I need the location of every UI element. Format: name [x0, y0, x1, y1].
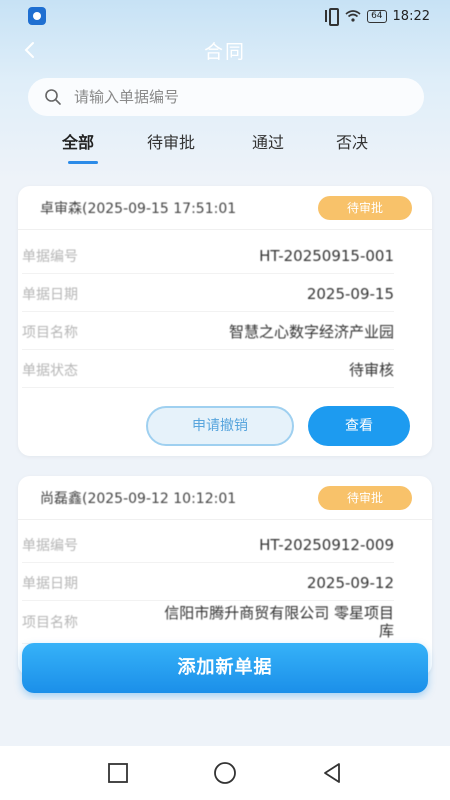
row-value: 2025-09-12: [306, 573, 394, 592]
row-label: 单据编号: [22, 248, 78, 265]
nav-bar: 合同: [0, 32, 450, 68]
active-tab-indicator: [68, 161, 98, 164]
add-new-document-button[interactable]: 添加新单据: [22, 643, 428, 693]
battery-icon: 64: [367, 9, 387, 23]
card-title: 尚磊鑫(2025-09-12 10:12:01: [40, 490, 237, 507]
bottom-spacer: [0, 700, 450, 746]
status-badge: 待审批: [318, 196, 412, 220]
search-input[interactable]: [74, 88, 374, 106]
wifi-icon: [345, 10, 361, 22]
app-notification-icon: [28, 7, 46, 25]
card-title: 卓审森(2025-09-15 17:51:01: [40, 200, 237, 217]
status-right: 64 18:22: [325, 8, 430, 26]
row-label: 项目名称: [22, 614, 78, 631]
row-label: 项目名称: [22, 324, 78, 341]
card-row-doc-status: 单据状态 待审核: [22, 352, 394, 388]
home-icon[interactable]: [213, 761, 237, 785]
card-header: 卓审森(2025-09-15 17:51:01 待审批: [18, 186, 432, 230]
vibrate-icon: [325, 8, 340, 26]
row-value: 2025-09-15: [306, 284, 394, 303]
row-value: HT-20250912-009: [259, 535, 394, 554]
card-row-doc-number: 单据编号 HT-20250912-009: [22, 527, 394, 563]
card-row-doc-date: 单据日期 2025-09-12: [22, 565, 394, 601]
row-value: 待审核: [348, 361, 394, 379]
status-badge: 待审批: [318, 486, 412, 510]
page-title: 合同: [203, 40, 246, 63]
row-value: 智慧之心数字经济产业园: [228, 323, 394, 341]
search-box[interactable]: [28, 78, 424, 116]
card-header: 尚磊鑫(2025-09-12 10:12:01 待审批: [18, 476, 432, 520]
row-value: HT-20250915-001: [259, 246, 394, 265]
row-label: 单据编号: [22, 537, 78, 554]
search-icon: [44, 88, 62, 106]
card-row-doc-number: 单据编号 HT-20250915-001: [22, 238, 394, 274]
view-button[interactable]: 查看: [308, 406, 410, 446]
system-back-icon[interactable]: [320, 761, 344, 785]
row-label: 单据日期: [22, 286, 78, 303]
tab-pending[interactable]: 待审批: [147, 128, 195, 168]
recent-apps-icon[interactable]: [106, 761, 130, 785]
card-row-doc-date: 单据日期 2025-09-15: [22, 276, 394, 312]
row-label: 单据状态: [22, 362, 78, 379]
tab-rejected[interactable]: 否决: [336, 128, 368, 168]
revoke-button[interactable]: 申请撤销: [146, 406, 294, 446]
card-row-project-name: 项目名称 智慧之心数字经济产业园: [22, 314, 394, 350]
card-row-project-name: 项目名称 信阳市腾升商贸有限公司 零星项目库: [22, 600, 394, 644]
status-time: 18:22: [392, 8, 430, 24]
row-label: 单据日期: [22, 575, 78, 592]
status-bar: 64 18:22: [0, 0, 450, 32]
system-nav-bar: [0, 746, 450, 800]
tab-approved[interactable]: 通过: [252, 128, 284, 168]
filter-tabs: 全部 待审批 通过 否决: [0, 128, 450, 168]
back-arrow-icon[interactable]: [20, 40, 40, 60]
row-value: 信阳市腾升商贸有限公司 零星项目库: [164, 603, 394, 640]
